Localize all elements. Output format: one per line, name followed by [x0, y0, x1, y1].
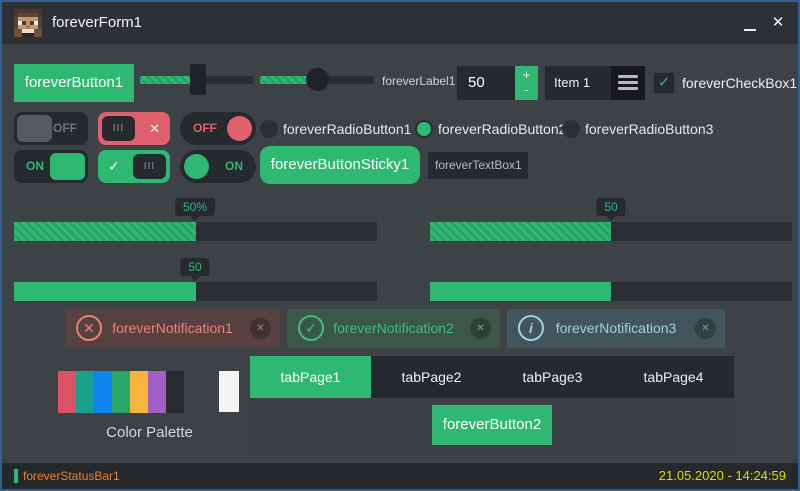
white-swatch[interactable]: [219, 371, 239, 412]
radio-button1[interactable]: [260, 120, 278, 138]
notification-close-icon[interactable]: ✕: [250, 318, 271, 339]
notification-close-icon[interactable]: ✕: [695, 318, 716, 339]
trackbar2-thumb[interactable]: [306, 68, 329, 91]
palette-swatch[interactable]: [76, 371, 94, 413]
notification-label: foreverNotification1: [65, 309, 280, 348]
toggle-pill-off[interactable]: OFF: [180, 112, 256, 145]
progress1-fill: [14, 222, 196, 241]
tab-page1[interactable]: tabPage1: [250, 356, 371, 398]
combobox-dropdown-button[interactable]: [611, 66, 645, 100]
tab-page4[interactable]: tabPage4: [613, 356, 734, 398]
notification-close-icon[interactable]: ✕: [470, 318, 491, 339]
progress4-fill: [430, 282, 611, 301]
radio-button2[interactable]: [415, 120, 433, 138]
tab-control: tabPage1 tabPage2 tabPage3 tabPage4 fore…: [250, 356, 734, 452]
palette-swatch[interactable]: [166, 371, 184, 413]
numeric-buttons: + -: [515, 66, 538, 100]
toggle-grip-knob: III: [133, 154, 166, 179]
numeric-updown: 50 + -: [457, 66, 538, 100]
tab-strip: tabPage1 tabPage2 tabPage3 tabPage4: [250, 356, 734, 398]
status-bar: foreverStatusBar1 21.05.2020 - 14:24:59: [2, 463, 798, 489]
progress-bar3: [14, 282, 377, 301]
trackbar2[interactable]: [260, 76, 374, 84]
toggle-grip-off[interactable]: III ✕: [98, 112, 170, 145]
combobox-value: Item 1: [545, 66, 611, 100]
window-title: foreverForm1: [52, 2, 142, 44]
forever-checkbox1-label: foreverCheckBox1: [682, 75, 797, 91]
toggle-off-label: OFF: [53, 112, 77, 145]
toggle-pill-on[interactable]: ON: [180, 150, 256, 183]
toggle-switch-off[interactable]: OFF: [14, 112, 88, 145]
status-accent-bar: [14, 469, 18, 483]
tab-page2[interactable]: tabPage2: [371, 356, 492, 398]
radio-button2-label: foreverRadioButton2: [438, 121, 566, 137]
trackbar1-thumb[interactable]: [190, 64, 206, 95]
toggle-on-label: ON: [225, 150, 243, 183]
app-icon[interactable]: [14, 9, 42, 37]
trackbar1-fill: [140, 76, 192, 84]
forever-button2[interactable]: foreverButton2: [432, 405, 552, 445]
check-icon: ✓: [108, 150, 120, 183]
tab-page3[interactable]: tabPage3: [492, 356, 613, 398]
palette-swatch[interactable]: [58, 371, 76, 413]
notification-error: ✕ foreverNotification1 ✕: [65, 309, 280, 348]
trackbar1[interactable]: [140, 76, 253, 84]
toggle-knob: [50, 153, 85, 180]
x-icon: ✕: [149, 112, 160, 145]
progress3-fill: [14, 282, 196, 301]
tab-content: foreverButton2: [250, 398, 734, 452]
radio-button3-label: foreverRadioButton3: [585, 121, 713, 137]
radio-selected-dot: [417, 122, 431, 136]
close-button[interactable]: ✕: [764, 2, 792, 44]
toggle-on-label: ON: [26, 150, 44, 183]
toggle-off-label: OFF: [193, 112, 217, 145]
toggle-grip-knob: III: [102, 116, 135, 141]
notification-info: i foreverNotification3 ✕: [507, 309, 725, 348]
progress2-fill: [430, 222, 611, 241]
status-label: foreverStatusBar1: [23, 463, 120, 489]
palette-swatch[interactable]: [130, 371, 148, 413]
toggle-grip-on[interactable]: ✓ III: [98, 150, 170, 183]
progress1-badge: 50%: [175, 198, 215, 216]
trackbar2-fill: [260, 76, 312, 84]
progress3-badge: 50: [180, 258, 209, 276]
status-datetime: 21.05.2020 - 14:24:59: [659, 463, 786, 489]
palette-swatch[interactable]: [94, 371, 112, 413]
palette-swatch[interactable]: [112, 371, 130, 413]
forever-checkbox1[interactable]: ✓: [653, 72, 675, 94]
forever-button-sticky1[interactable]: foreverButtonSticky1: [260, 146, 420, 184]
notification-label: foreverNotification3: [507, 309, 725, 348]
progress-bar1: [14, 222, 377, 241]
toggle-circle-knob: [227, 116, 252, 141]
progress-bar2: [430, 222, 792, 241]
numeric-value[interactable]: 50: [457, 66, 515, 100]
radio-button1-label: foreverRadioButton1: [283, 121, 411, 137]
forever-button1[interactable]: foreverButton1: [14, 64, 134, 102]
radio-button3[interactable]: [562, 120, 580, 138]
forever-textbox1[interactable]: foreverTextBox1: [428, 152, 528, 179]
minimize-button[interactable]: [736, 2, 764, 44]
title-bar: foreverForm1 ✕: [2, 2, 798, 44]
decrement-button[interactable]: -: [515, 83, 538, 100]
toggle-knob: [17, 115, 52, 142]
notification-success: ✓ foreverNotification2 ✕: [287, 309, 500, 348]
app-window: foreverForm1 ✕ foreverButton1 foreverLab…: [0, 0, 800, 491]
forever-label1: foreverLabel1: [382, 74, 455, 88]
hamburger-icon: [618, 75, 638, 78]
minimize-icon: [744, 29, 756, 31]
increment-button[interactable]: +: [515, 66, 538, 83]
palette-swatch[interactable]: [148, 371, 166, 413]
toggle-switch-on[interactable]: ON: [14, 150, 88, 183]
notification-label: foreverNotification2: [287, 309, 500, 348]
palette-label: Color Palette: [52, 424, 247, 441]
progress-bar4: [430, 282, 792, 301]
progress2-badge: 50: [596, 198, 625, 216]
combobox[interactable]: Item 1: [545, 66, 645, 100]
toggle-circle-knob: [184, 154, 209, 179]
